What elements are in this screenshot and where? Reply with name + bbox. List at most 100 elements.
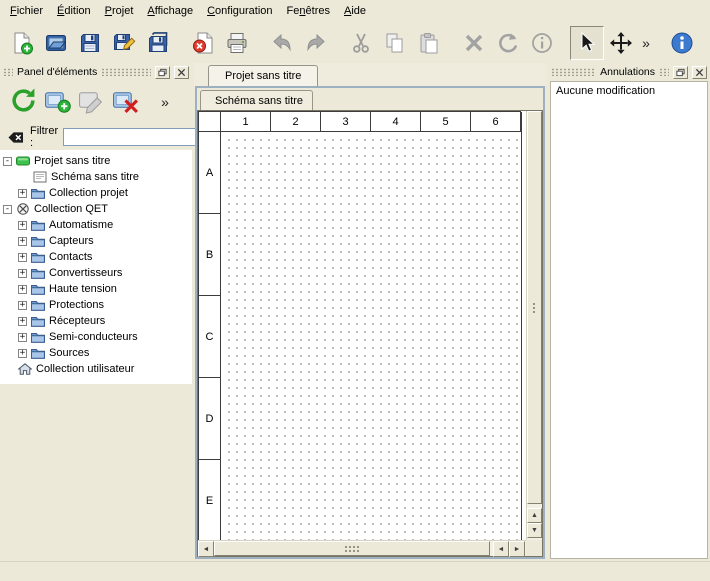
tree-item-projet-sans-titre[interactable]: -Projet sans titre <box>0 153 192 169</box>
select-mode-button[interactable] <box>570 26 604 60</box>
edit-element-button[interactable] <box>74 85 108 119</box>
vertical-scrollbar[interactable]: ▲ ▼ <box>526 111 542 540</box>
expander-plus-icon[interactable]: + <box>18 221 27 230</box>
tree-item-collection-utilisateur[interactable]: Collection utilisateur <box>0 361 192 377</box>
tree-item-capteurs[interactable]: + Capteurs <box>0 233 192 249</box>
folder-icon <box>31 347 45 359</box>
horizontal-scrollbar[interactable]: ◄ ◄ ► <box>198 540 526 556</box>
open-document-button[interactable] <box>39 26 73 60</box>
cut-button[interactable] <box>344 26 378 60</box>
menu-configuration[interactable]: Configuration <box>200 0 279 22</box>
delete-button[interactable] <box>457 26 491 60</box>
tree-item-collection-projet[interactable]: +Collection projet <box>0 185 192 201</box>
main-area: Panel d'éléments » Filtrer : -Projet san… <box>0 63 710 561</box>
expander-plus-icon[interactable]: + <box>18 253 27 262</box>
tree-item-haute-tension[interactable]: + Haute tension <box>0 281 192 297</box>
save-all-button[interactable] <box>141 26 175 60</box>
tree-item-label: Collection utilisateur <box>36 363 134 375</box>
schema-icon <box>33 171 47 183</box>
diagram-view[interactable]: 123456ABCDE <box>198 111 526 540</box>
project-tabbar: Projet sans titre <box>194 63 546 86</box>
scroll-up-button[interactable]: ▲ <box>527 508 542 523</box>
tree-item-label: Automatisme <box>49 219 113 231</box>
about-button[interactable] <box>665 26 699 60</box>
expander-plus-icon[interactable]: + <box>18 317 27 326</box>
tree-item-collection-qet[interactable]: -Collection QET <box>0 201 192 217</box>
statusbar <box>0 561 710 581</box>
expander-plus-icon[interactable]: + <box>18 189 27 198</box>
menu-fenetres[interactable]: Fenêtres <box>280 0 337 22</box>
undo-button[interactable] <box>265 26 299 60</box>
expander-plus-icon[interactable]: + <box>18 301 27 310</box>
tab-project[interactable]: Projet sans titre <box>208 65 318 86</box>
tree-item-contacts[interactable]: +Contacts <box>0 249 192 265</box>
print-button[interactable] <box>220 26 254 60</box>
rotate-button[interactable] <box>491 26 525 60</box>
save-button[interactable] <box>73 26 107 60</box>
menu-fichier[interactable]: Fichier <box>3 0 50 22</box>
save-as-button[interactable] <box>107 26 141 60</box>
elements-panel-empty <box>0 384 192 561</box>
row-header: A <box>199 132 221 214</box>
delete-element-button[interactable] <box>108 85 142 119</box>
expander-plus-icon[interactable]: + <box>18 269 27 278</box>
tree-item-protections[interactable]: +Protections <box>0 297 192 313</box>
elements-panel-titlebar[interactable]: Panel d'éléments <box>0 63 192 80</box>
toolbar-group <box>5 26 175 60</box>
reload-collections-button[interactable] <box>6 85 40 119</box>
pan-mode-button[interactable] <box>604 26 638 60</box>
dock-handle <box>3 68 13 76</box>
tree-item-semi-conducteurs[interactable]: +Semi-conducteurs <box>0 329 192 345</box>
expander-plus-icon[interactable]: + <box>18 285 27 294</box>
close-panel-button[interactable] <box>174 66 189 79</box>
copy-button[interactable] <box>378 26 412 60</box>
tab-schema[interactable]: Schéma sans titre <box>200 90 313 110</box>
scroll-left-button-2[interactable]: ◄ <box>493 541 509 557</box>
schema-tabbar: Schéma sans titre <box>197 88 543 110</box>
menu-affichage[interactable]: Affichage <box>140 0 200 22</box>
scroll-down-button[interactable]: ▼ <box>527 523 542 538</box>
close-panel-button[interactable] <box>692 66 707 79</box>
toolbar-group <box>6 85 142 119</box>
expander-plus-icon[interactable]: + <box>18 237 27 246</box>
menu-edition[interactable]: Édition <box>50 0 98 22</box>
tree-item-label: Haute tension <box>49 283 117 295</box>
sheet-border-right <box>521 112 522 540</box>
tree-item-schema-sans-titre[interactable]: Schéma sans titre <box>0 169 192 185</box>
expander-minus-icon[interactable]: - <box>3 205 12 214</box>
float-panel-button[interactable] <box>673 66 688 79</box>
tree-item-label: Capteurs <box>49 235 94 247</box>
close-file-button[interactable] <box>186 26 220 60</box>
tree-item-recepteurs[interactable]: +Récepteurs <box>0 313 192 329</box>
tree-item-automatisme[interactable]: + Automatisme <box>0 217 192 233</box>
filter-input[interactable] <box>63 128 213 146</box>
new-document-button[interactable] <box>5 26 39 60</box>
column-header: 1 <box>221 112 271 132</box>
tree-item-sources[interactable]: +Sources <box>0 345 192 361</box>
new-element-button[interactable] <box>40 85 74 119</box>
menu-projet[interactable]: Projet <box>98 0 141 22</box>
hscroll-thumb[interactable] <box>214 541 490 556</box>
scroll-left-button[interactable]: ◄ <box>198 541 214 557</box>
paste-button[interactable] <box>412 26 446 60</box>
vscroll-thumb[interactable] <box>527 111 542 504</box>
menu-aide[interactable]: Aide <box>337 0 373 22</box>
move-icon <box>609 31 633 55</box>
column-header: 5 <box>421 112 471 132</box>
expander-minus-icon[interactable]: - <box>3 157 12 166</box>
clear-filter-icon[interactable] <box>6 130 25 145</box>
expander-plus-icon[interactable]: + <box>18 349 27 358</box>
redo-button[interactable] <box>299 26 333 60</box>
expander-plus-icon[interactable]: + <box>18 333 27 342</box>
float-panel-button[interactable] <box>155 66 170 79</box>
panel-overflow-button[interactable]: » <box>148 85 182 119</box>
column-header: 4 <box>371 112 421 132</box>
scroll-right-button[interactable]: ► <box>509 541 525 557</box>
conductor-info-button[interactable] <box>525 26 559 60</box>
column-header: 6 <box>471 112 521 132</box>
undo-list[interactable]: Aucune modification <box>550 81 708 559</box>
tree-item-convertisseurs[interactable]: +Convertisseurs <box>0 265 192 281</box>
column-header: 2 <box>271 112 321 132</box>
toolbar-overflow-button[interactable]: » <box>638 26 654 60</box>
undo-panel-titlebar[interactable]: Annulations <box>548 63 710 80</box>
